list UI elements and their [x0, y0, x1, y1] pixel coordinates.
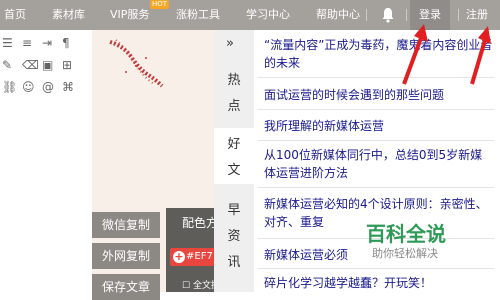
annotation-arrow	[470, 26, 491, 85]
annotation-arrow	[402, 24, 428, 85]
annotation-arrows	[402, 24, 491, 85]
